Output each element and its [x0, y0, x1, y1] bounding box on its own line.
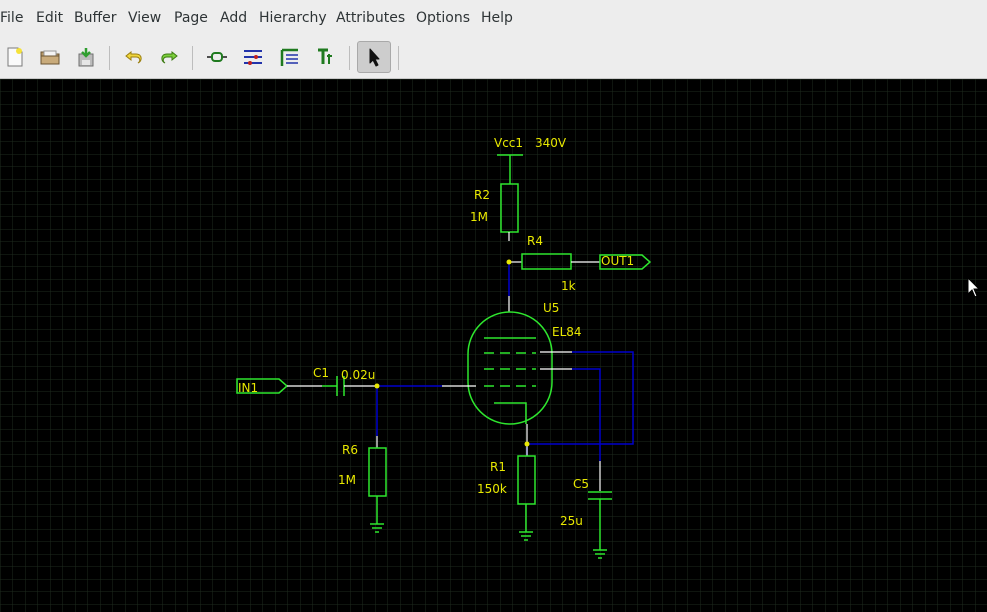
junction-dot — [506, 259, 512, 265]
junction-dot — [374, 383, 380, 389]
c1-value: 0.02u — [341, 368, 375, 382]
menu-page[interactable]: Page — [174, 10, 208, 26]
out-port-label: OUT1 — [601, 254, 634, 268]
junction-dot — [524, 441, 530, 447]
save-button[interactable] — [71, 42, 101, 72]
menu-file[interactable]: File — [0, 10, 23, 26]
u5-ref: U5 — [543, 301, 559, 315]
add-net-button[interactable] — [238, 42, 268, 72]
r1-value: 150k — [477, 482, 507, 496]
u5-value: EL84 — [552, 325, 582, 339]
c1-ref: C1 — [313, 366, 329, 380]
select-button[interactable] — [357, 41, 391, 73]
add-bus-button[interactable] — [274, 42, 304, 72]
menu-buffer[interactable]: Buffer — [74, 10, 117, 26]
menu-bar: File Edit Buffer View Page Add Hierarchy… — [0, 0, 987, 38]
add-text-icon — [318, 48, 332, 64]
menu-add[interactable]: Add — [220, 10, 247, 26]
schematic-canvas[interactable]: Vcc1 340V R2 1M R4 1k OUT1 U5 EL84 IN1 C… — [0, 79, 987, 612]
new-file-button[interactable] — [0, 42, 30, 72]
toolbar-separator — [398, 46, 399, 70]
vcc-label: Vcc1 — [494, 136, 523, 150]
menu-options[interactable]: Options — [416, 10, 470, 26]
add-text-button[interactable] — [310, 42, 340, 72]
c5-value: 25u — [560, 514, 583, 528]
toolbar-separator — [349, 46, 350, 70]
r4-ref: R4 — [527, 234, 543, 248]
select-pointer-icon — [369, 48, 380, 67]
add-component-button[interactable] — [202, 42, 232, 72]
add-net-icon — [244, 50, 262, 65]
mouse-cursor-icon — [967, 277, 981, 298]
add-component-icon — [207, 52, 227, 62]
open-folder-icon — [40, 50, 60, 65]
r2-ref: R2 — [474, 188, 490, 202]
menu-hierarchy[interactable]: Hierarchy — [259, 10, 327, 26]
undo-button[interactable] — [119, 42, 149, 72]
add-bus-icon — [280, 48, 298, 66]
open-button[interactable] — [35, 42, 65, 72]
menu-help[interactable]: Help — [481, 10, 513, 26]
r4-value: 1k — [561, 279, 576, 293]
menu-attributes[interactable]: Attributes — [336, 10, 405, 26]
grid — [0, 79, 987, 612]
c5-ref: C5 — [573, 477, 589, 491]
toolbar-separator — [109, 46, 110, 70]
vcc-value: 340V — [535, 136, 567, 150]
redo-icon — [161, 50, 178, 64]
new-file-icon — [7, 47, 23, 67]
r6-value: 1M — [338, 473, 356, 487]
r6-ref: R6 — [342, 443, 358, 457]
menu-edit[interactable]: Edit — [36, 10, 63, 26]
menu-view[interactable]: View — [128, 10, 161, 26]
toolbar-separator — [192, 46, 193, 70]
redo-button[interactable] — [154, 42, 184, 72]
toolbar — [0, 38, 987, 79]
undo-icon — [125, 50, 142, 64]
save-icon — [78, 48, 94, 67]
in-port-label: IN1 — [238, 381, 258, 395]
r1-ref: R1 — [490, 460, 506, 474]
r2-value: 1M — [470, 210, 488, 224]
